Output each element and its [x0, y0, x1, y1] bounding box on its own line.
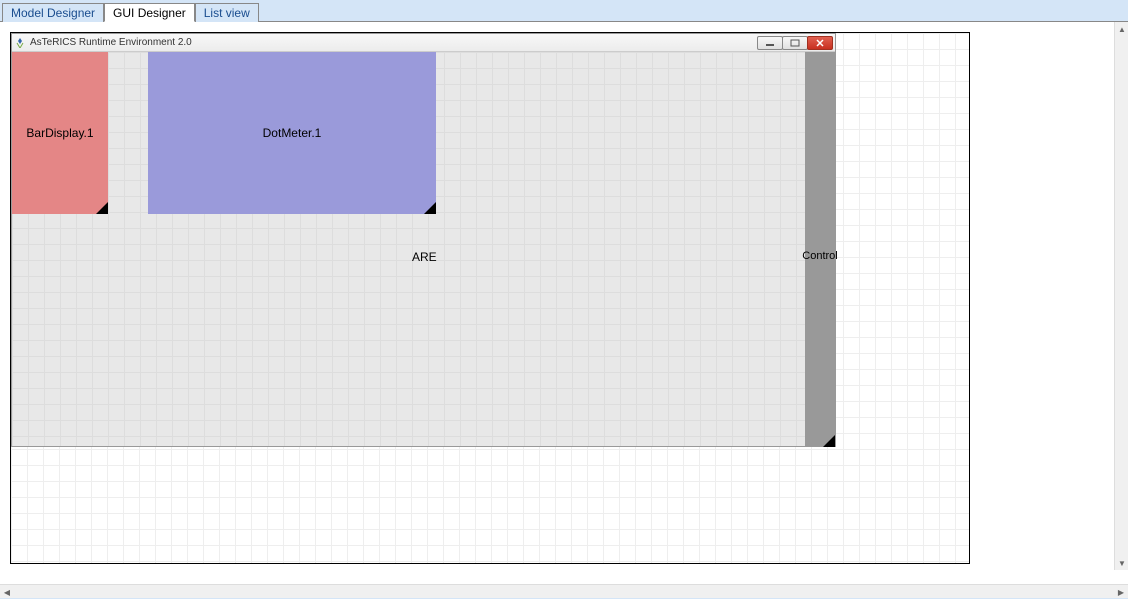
- tab-bar: Model Designer GUI Designer List view: [0, 0, 1128, 22]
- resize-handle-icon[interactable]: [96, 202, 108, 214]
- scroll-content: AsTeRICS Runtime Environment 2.0: [2, 24, 1114, 582]
- widget-bardisplay[interactable]: BarDisplay.1: [12, 52, 108, 214]
- horizontal-scrollbar[interactable]: ◀ ▶: [0, 584, 1128, 598]
- are-body[interactable]: ARE BarDisplay.1 DotMeter.1 Control: [12, 52, 835, 446]
- are-window[interactable]: AsTeRICS Runtime Environment 2.0: [11, 33, 836, 447]
- widget-control[interactable]: Control: [805, 52, 835, 447]
- are-label: ARE: [412, 250, 437, 264]
- scroll-left-icon[interactable]: ◀: [0, 585, 14, 599]
- resize-handle-icon[interactable]: [424, 202, 436, 214]
- widget-label: Control: [802, 250, 837, 262]
- widget-label: DotMeter.1: [263, 126, 322, 140]
- app-icon: [14, 37, 26, 49]
- content-area: AsTeRICS Runtime Environment 2.0: [0, 22, 1128, 584]
- scroll-up-icon[interactable]: ▲: [1115, 22, 1128, 36]
- minimize-button[interactable]: [757, 36, 783, 50]
- tab-model-designer[interactable]: Model Designer: [2, 3, 104, 22]
- window-buttons: [758, 36, 833, 50]
- scroll-right-icon[interactable]: ▶: [1114, 585, 1128, 599]
- scroll-down-icon[interactable]: ▼: [1115, 556, 1128, 570]
- widget-label: BarDisplay.1: [26, 126, 93, 140]
- design-canvas[interactable]: AsTeRICS Runtime Environment 2.0: [10, 32, 970, 564]
- window-title: AsTeRICS Runtime Environment 2.0: [30, 37, 758, 48]
- vertical-scrollbar[interactable]: ▲ ▼: [1114, 22, 1128, 570]
- close-button[interactable]: [807, 36, 833, 50]
- are-titlebar[interactable]: AsTeRICS Runtime Environment 2.0: [12, 34, 835, 52]
- tab-gui-designer[interactable]: GUI Designer: [104, 3, 195, 22]
- widget-dotmeter[interactable]: DotMeter.1: [148, 52, 436, 214]
- tab-list-view[interactable]: List view: [195, 3, 259, 22]
- resize-handle-icon[interactable]: [823, 435, 835, 447]
- maximize-button[interactable]: [782, 36, 808, 50]
